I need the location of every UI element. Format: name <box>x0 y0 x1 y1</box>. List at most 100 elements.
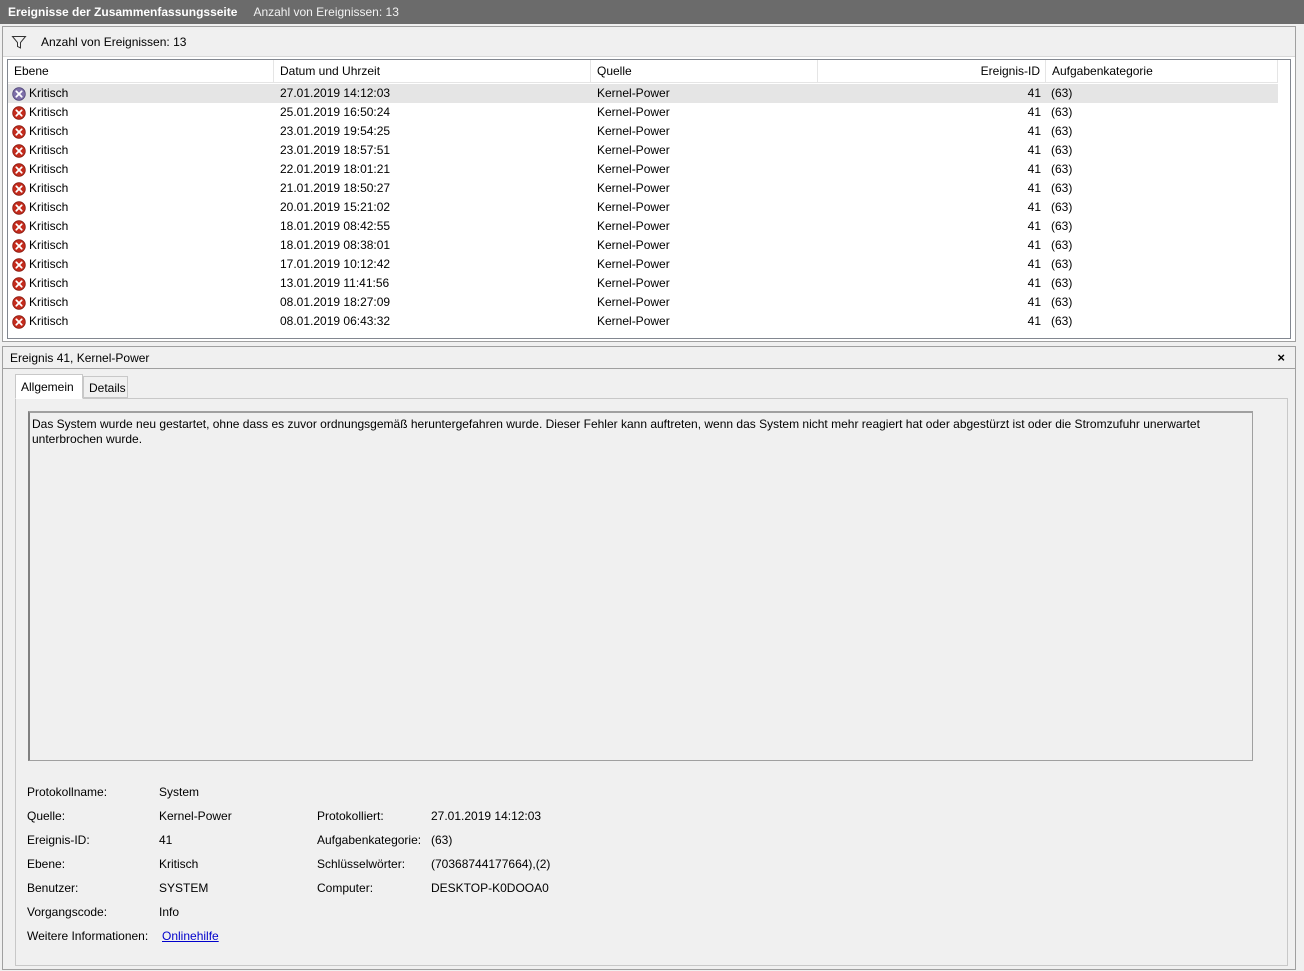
cell-source: Kernel-Power <box>597 181 670 195</box>
column-header-level[interactable]: Ebene <box>8 60 274 82</box>
table-row[interactable]: Kritisch 21.01.2019 18:50:27 Kernel-Power 4… <box>8 179 1278 198</box>
cell-event-id: 41 <box>1027 295 1041 309</box>
prop-source-label: Quelle: <box>27 809 66 823</box>
table-row[interactable]: Kritisch 08.01.2019 18:27:09 Kernel-Power 4… <box>8 293 1278 312</box>
event-description[interactable]: Das System wurde neu gestartet, ohne das… <box>28 411 1253 761</box>
column-header-source[interactable]: Quelle <box>591 60 818 82</box>
critical-error-icon <box>12 124 26 139</box>
cell-date: 17.01.2019 10:12:42 <box>280 257 391 271</box>
level-text: Kritisch <box>29 238 69 252</box>
cell-source: Kernel-Power <box>597 200 670 214</box>
cell-level: Kritisch <box>12 103 274 122</box>
tab-allgemein[interactable]: Allgemein <box>15 374 83 399</box>
cell-event-id: 41 <box>1027 124 1041 138</box>
column-header-category[interactable]: Aufgabenkategorie <box>1046 60 1278 82</box>
cell-event-id: 41 <box>1027 86 1041 100</box>
cell-level: Kritisch <box>12 312 274 331</box>
cell-category: (63) <box>1051 181 1073 195</box>
table-row[interactable]: Kritisch 20.01.2019 15:21:02 Kernel-Power 4… <box>8 198 1278 217</box>
events-table: Ebene Datum und Uhrzeit Quelle Ereignis-… <box>7 59 1291 339</box>
critical-error-icon <box>12 162 26 177</box>
cell-event-id: 41 <box>1027 219 1041 233</box>
cell-event-id: 41 <box>1027 238 1041 252</box>
filter-count-label: Anzahl von Ereignissen: 13 <box>41 34 187 49</box>
cell-level: Kritisch <box>12 236 274 255</box>
cell-source: Kernel-Power <box>597 143 670 157</box>
table-header: Ebene Datum und Uhrzeit Quelle Ereignis-… <box>8 60 1278 83</box>
critical-error-icon <box>12 181 26 196</box>
cell-date: 23.01.2019 18:57:51 <box>280 143 391 157</box>
prop-opcode-value: Info <box>159 905 180 919</box>
cell-source: Kernel-Power <box>597 276 670 290</box>
cell-category: (63) <box>1051 295 1073 309</box>
close-button[interactable]: × <box>1277 347 1285 369</box>
critical-error-icon <box>12 257 26 272</box>
summary-title-bar: Ereignisse der Zusammenfassungsseite Anz… <box>0 0 1304 24</box>
cell-event-id: 41 <box>1027 314 1041 328</box>
critical-error-icon <box>12 238 26 253</box>
level-text: Kritisch <box>29 181 69 195</box>
level-text: Kritisch <box>29 200 69 214</box>
table-row[interactable]: Kritisch 23.01.2019 18:57:51 Kernel-Power 4… <box>8 141 1278 160</box>
prop-level-value: Kritisch <box>159 857 199 871</box>
prop-logged-value: 27.01.2019 14:12:03 <box>431 809 542 823</box>
cell-date: 08.01.2019 06:43:32 <box>280 314 391 328</box>
level-text: Kritisch <box>29 143 69 157</box>
level-text: Kritisch <box>29 257 69 271</box>
cell-category: (63) <box>1051 200 1073 214</box>
level-text: Kritisch <box>29 295 69 309</box>
table-row[interactable]: Kritisch 23.01.2019 19:54:25 Kernel-Power 4… <box>8 122 1278 141</box>
cell-source: Kernel-Power <box>597 162 670 176</box>
cell-source: Kernel-Power <box>597 219 670 233</box>
prop-eventid-label: Ereignis-ID: <box>27 833 90 847</box>
cell-date: 18.01.2019 08:42:55 <box>280 219 391 233</box>
prop-computer-value: DESKTOP-K0DOOA0 <box>431 881 549 895</box>
cell-level: Kritisch <box>12 217 274 236</box>
critical-error-icon <box>12 276 26 291</box>
cell-source: Kernel-Power <box>597 257 670 271</box>
prop-logname-value: System <box>159 785 200 799</box>
column-header-date[interactable]: Datum und Uhrzeit <box>274 60 591 82</box>
detail-title: Ereignis 41, Kernel-Power <box>3 347 1295 369</box>
cell-event-id: 41 <box>1027 276 1041 290</box>
prop-moreinfo-label: Weitere Informationen: <box>27 929 149 943</box>
critical-error-icon <box>12 105 26 120</box>
cell-category: (63) <box>1051 86 1073 100</box>
cell-event-id: 41 <box>1027 257 1041 271</box>
cell-level: Kritisch <box>12 141 274 160</box>
critical-error-icon <box>12 314 26 329</box>
table-row[interactable]: Kritisch 18.01.2019 08:42:55 Kernel-Power 4… <box>8 217 1278 236</box>
table-body: Kritisch 27.01.2019 14:12:03 Kernel-Power 4… <box>8 84 1278 331</box>
table-row[interactable]: Kritisch 25.01.2019 16:50:24 Kernel-Power 4… <box>8 103 1278 122</box>
cell-date: 13.01.2019 11:41:56 <box>280 276 390 290</box>
table-row[interactable]: Kritisch 08.01.2019 06:43:32 Kernel-Power 4… <box>8 312 1278 331</box>
table-row[interactable]: Kritisch 18.01.2019 08:38:01 Kernel-Power 4… <box>8 236 1278 255</box>
cell-source: Kernel-Power <box>597 314 670 328</box>
cell-source: Kernel-Power <box>597 86 670 100</box>
tab-details[interactable]: Details <box>83 376 128 398</box>
cell-category: (63) <box>1051 276 1073 290</box>
table-row[interactable]: Kritisch 17.01.2019 10:12:42 Kernel-Power 4… <box>8 255 1278 274</box>
cell-date: 21.01.2019 18:50:27 <box>280 181 391 195</box>
summary-title: Ereignisse der Zusammenfassungsseite <box>8 5 238 19</box>
event-detail-panel: Ereignis 41, Kernel-Power × Allgemein De… <box>2 346 1296 970</box>
cell-source: Kernel-Power <box>597 295 670 309</box>
table-row[interactable]: Kritisch 13.01.2019 11:41:56 Kernel-Power 4… <box>8 274 1278 293</box>
table-row[interactable]: Kritisch 22.01.2019 18:01:21 Kernel-Power 4… <box>8 160 1278 179</box>
cell-level: Kritisch <box>12 293 274 312</box>
cell-level: Kritisch <box>12 255 274 274</box>
critical-error-icon <box>12 219 26 234</box>
level-text: Kritisch <box>29 276 69 290</box>
column-header-event-id[interactable]: Ereignis-ID <box>818 60 1046 82</box>
prop-level-label: Ebene: <box>27 857 66 871</box>
cell-source: Kernel-Power <box>597 238 670 252</box>
prop-eventid-value: 41 <box>159 833 173 847</box>
table-row[interactable]: Kritisch 27.01.2019 14:12:03 Kernel-Power 4… <box>8 84 1278 103</box>
prop-logname-label: Protokollname: <box>27 785 108 799</box>
cell-level: Kritisch <box>12 122 274 141</box>
prop-opcode-label: Vorgangscode: <box>27 905 108 919</box>
online-help-link[interactable]: Onlinehilfe <box>162 928 219 944</box>
cell-level: Kritisch <box>12 84 274 103</box>
cell-level: Kritisch <box>12 179 274 198</box>
filter-funnel-icon[interactable] <box>11 34 27 50</box>
